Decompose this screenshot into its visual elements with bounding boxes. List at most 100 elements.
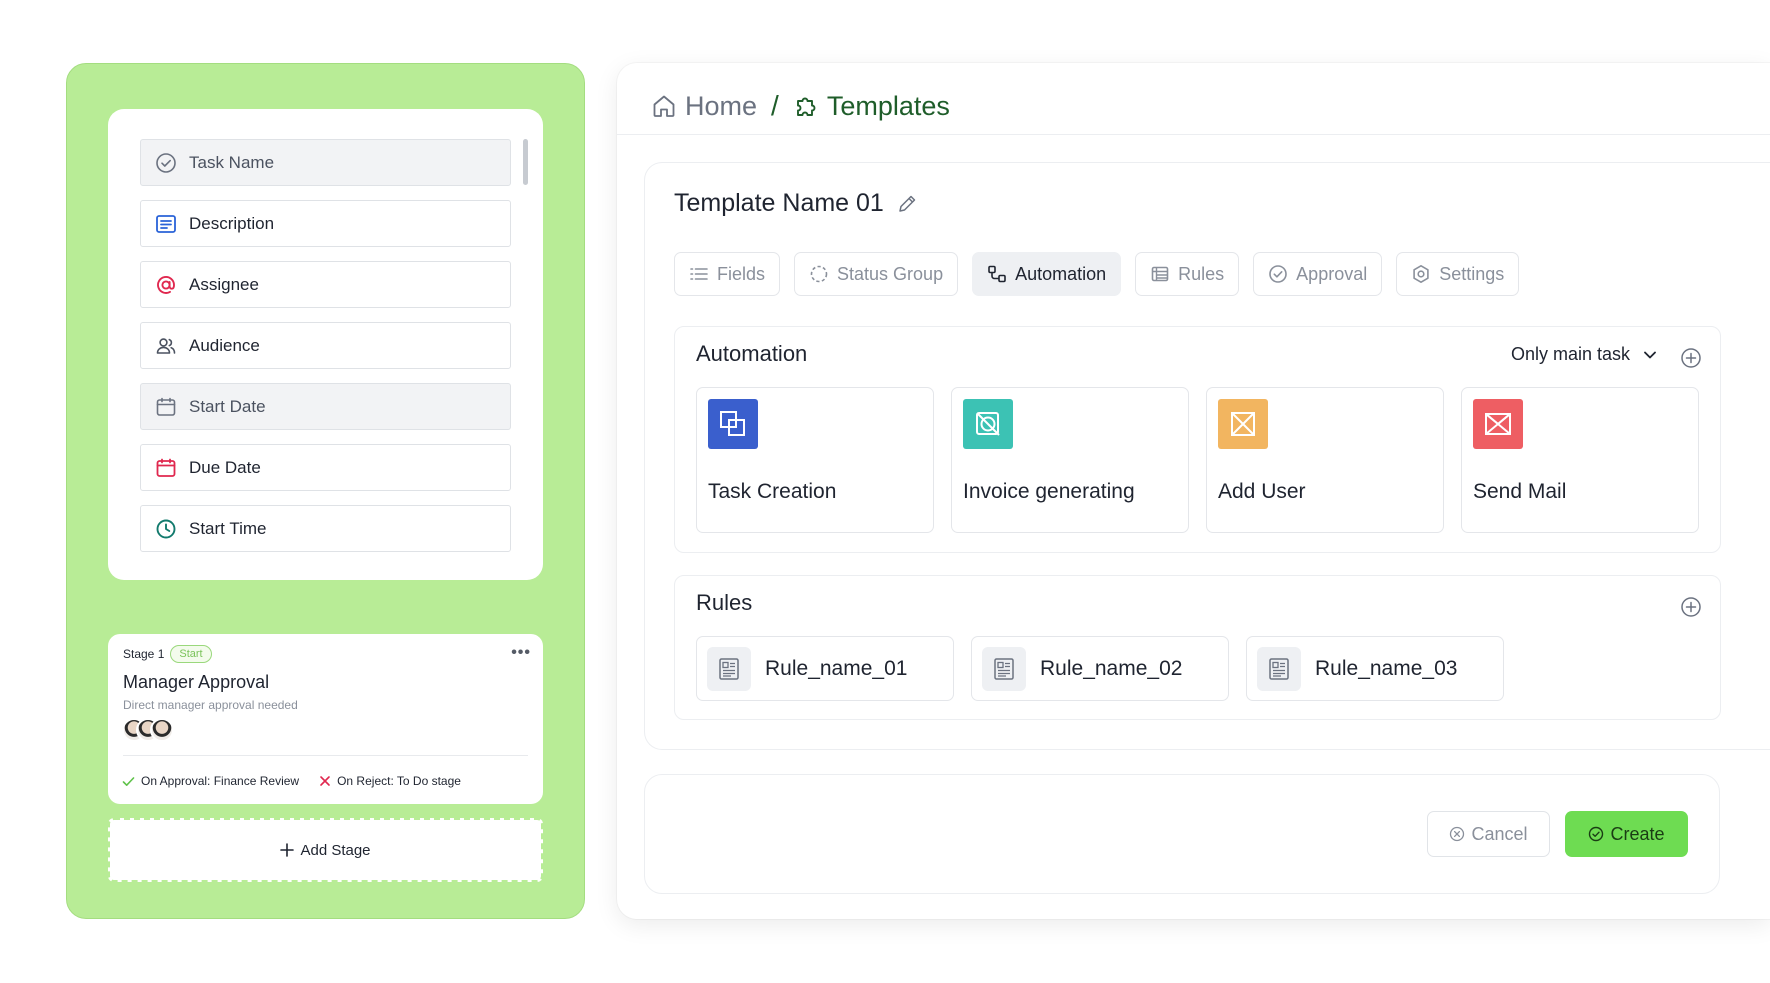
stage-divider <box>123 755 528 756</box>
tab-label: Fields <box>717 263 766 284</box>
field-assignee[interactable]: Assignee <box>140 261 511 308</box>
breadcrumb-home-label: Home <box>685 90 758 121</box>
dashed-circle-icon <box>809 264 829 284</box>
document-icon <box>707 646 751 691</box>
box-cross-icon <box>1218 399 1268 449</box>
check-circle-icon <box>1268 264 1288 284</box>
users-icon <box>155 335 177 357</box>
tab-label: Settings <box>1439 263 1505 284</box>
puzzle-icon <box>793 93 819 119</box>
breadcrumb-home[interactable]: Home <box>651 91 757 122</box>
document-icon <box>1257 646 1301 691</box>
stage-subtitle: Direct manager approval needed <box>123 698 298 712</box>
field-label: Description <box>189 213 275 233</box>
tab-automation[interactable]: Automation <box>972 252 1122 296</box>
breadcrumb-separator: / <box>771 90 779 121</box>
field-start-date[interactable]: Start Date <box>140 383 511 430</box>
tab-settings[interactable]: Settings <box>1396 252 1520 296</box>
automation-card-label: Add User <box>1218 480 1306 503</box>
add-automation-button[interactable] <box>1680 347 1702 369</box>
automation-title: Automation <box>696 341 808 366</box>
rules-title: Rules <box>696 590 753 615</box>
field-audience[interactable]: Audience <box>140 322 511 369</box>
automation-card-send-mail[interactable]: Send Mail <box>1461 387 1699 533</box>
rule-name: Rule_name_01 <box>765 656 908 680</box>
rule-name: Rule_name_02 <box>1040 656 1183 680</box>
breadcrumb: Home / Templates <box>651 89 950 123</box>
tab-rules[interactable]: Rules <box>1135 252 1240 296</box>
field-palette-scrollbar[interactable] <box>523 139 528 185</box>
stage-title: Manager Approval <box>123 672 270 692</box>
rule-card[interactable]: Rule_name_01 <box>696 636 954 701</box>
add-stage-button[interactable]: Add Stage <box>108 818 543 882</box>
cancel-label: Cancel <box>1471 823 1528 844</box>
stage-card[interactable]: Stage 1 Start ••• Manager Approval Direc… <box>108 634 543 804</box>
calendar-icon <box>155 396 177 418</box>
plus-circle-icon <box>1680 596 1702 618</box>
clock-icon <box>155 518 177 540</box>
automation-filter-dropdown[interactable]: Only main task <box>1511 344 1658 365</box>
envelope-cross-icon <box>1473 399 1523 449</box>
document-icon <box>982 646 1026 691</box>
table-icon <box>1150 264 1170 284</box>
tab-fields[interactable]: Fields <box>674 252 781 296</box>
automation-card-label: Invoice generating <box>963 480 1135 503</box>
field-due-date[interactable]: Due Date <box>140 444 511 491</box>
tab-label: Automation <box>1015 263 1107 284</box>
automation-card-invoice-generating[interactable]: Invoice generating <box>951 387 1189 533</box>
rules-section: Rules Rule_name_01 Rule_name_02 Rule_nam… <box>674 575 1721 720</box>
field-label: Start Time <box>189 518 267 538</box>
approver-avatars <box>122 718 174 742</box>
automation-card-label: Send Mail <box>1473 480 1567 503</box>
on-reject-text: On Reject: To Do stage <box>337 774 461 788</box>
add-stage-label: Add Stage <box>300 841 371 859</box>
edit-pencil-icon[interactable] <box>896 193 918 215</box>
field-start-time[interactable]: Start Time <box>140 505 511 552</box>
field-label: Start Date <box>189 396 266 416</box>
automation-card-label: Task Creation <box>708 480 837 503</box>
add-rule-button[interactable] <box>1680 596 1702 618</box>
automation-card-add-user[interactable]: Add User <box>1206 387 1444 533</box>
automation-section: Automation Only main task Task Creation <box>674 326 1721 553</box>
no-receipt-icon <box>963 399 1013 449</box>
more-options-icon[interactable]: ••• <box>511 644 531 662</box>
field-task-name[interactable]: Task Name <box>140 139 511 186</box>
stage-transitions: On Approval: Finance Review On Reject: T… <box>122 774 461 788</box>
rule-card[interactable]: Rule_name_03 <box>1246 636 1504 701</box>
list-icon <box>689 264 709 284</box>
tab-status-group[interactable]: Status Group <box>794 252 959 296</box>
create-button[interactable]: Create <box>1565 811 1688 857</box>
field-label: Assignee <box>189 274 259 294</box>
avatar <box>150 718 174 742</box>
template-card: Template Name 01 Fields Status Group Aut… <box>644 162 1770 750</box>
cancel-circle-icon <box>1449 826 1465 842</box>
field-palette-card: Task Name Description Assignee Audience <box>108 109 543 580</box>
tab-label: Rules <box>1178 263 1225 284</box>
template-tabs: Fields Status Group Automation Rules App… <box>674 252 1520 296</box>
breadcrumb-current: Templates <box>793 91 950 122</box>
template-name: Template Name 01 <box>674 189 884 217</box>
cross-icon <box>319 775 337 787</box>
check-icon <box>122 775 141 788</box>
stage-number: Stage 1 <box>123 647 165 661</box>
gear-icon <box>1411 264 1431 284</box>
automation-filter-value: Only main task <box>1510 344 1630 364</box>
chevron-down-icon <box>1642 347 1658 363</box>
automation-cards: Task Creation Invoice generating Add Use… <box>696 387 1699 533</box>
stage-start-badge: Start <box>170 645 212 663</box>
rule-cards: Rule_name_01 Rule_name_02 Rule_name_03 <box>696 636 1504 701</box>
calendar-icon <box>155 457 177 479</box>
tab-label: Status Group <box>837 263 944 284</box>
automation-card-task-creation[interactable]: Task Creation <box>696 387 934 533</box>
rule-card[interactable]: Rule_name_02 <box>971 636 1229 701</box>
field-label: Task Name <box>189 152 275 172</box>
cancel-button[interactable]: Cancel <box>1427 811 1550 857</box>
tab-approval[interactable]: Approval <box>1253 252 1383 296</box>
check-circle-icon <box>1588 826 1604 842</box>
on-approval-text: On Approval: Finance Review <box>141 774 300 788</box>
field-label: Audience <box>189 335 260 355</box>
field-description[interactable]: Description <box>140 200 511 247</box>
action-footer: Cancel Create <box>644 774 1720 894</box>
copy-squares-icon <box>708 399 758 449</box>
tab-label: Approval <box>1296 263 1368 284</box>
